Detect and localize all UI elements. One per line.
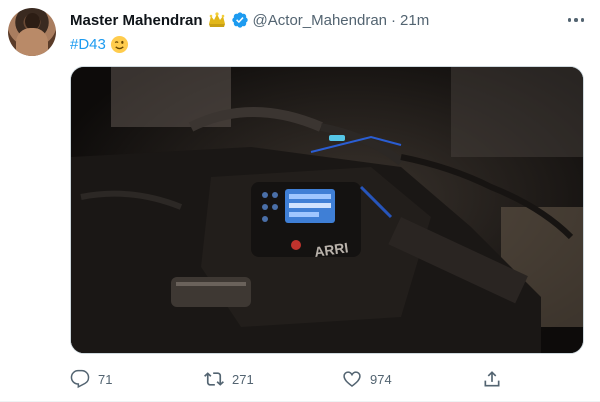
wink-emoji-icon: [110, 35, 128, 53]
retweet-action[interactable]: 271: [204, 364, 254, 394]
tweet-actions: 71 271 974: [62, 364, 582, 394]
tweet-text: #D43: [70, 33, 129, 55]
verified-badge-icon: [231, 12, 248, 28]
tweet-media-photo[interactable]: ARRI: [70, 66, 584, 354]
reply-action[interactable]: 71: [70, 364, 112, 394]
heart-icon: [343, 371, 361, 388]
tweet[interactable]: Master Mahendran @Actor_Mahendran · 21m …: [0, 0, 600, 402]
more-options-icon[interactable]: [566, 10, 586, 30]
like-action[interactable]: 974: [342, 364, 392, 394]
avatar[interactable]: [8, 8, 56, 56]
reply-icon: [70, 369, 90, 389]
camera-photo-image: ARRI: [71, 67, 583, 353]
retweet-count: 271: [232, 371, 254, 387]
timestamp[interactable]: 21m: [400, 12, 429, 29]
share-icon: [484, 371, 500, 387]
avatar-torso: [16, 28, 48, 56]
separator-dot: ·: [391, 11, 397, 29]
user-handle[interactable]: @Actor_Mahendran: [253, 12, 387, 29]
share-action[interactable]: [482, 364, 502, 394]
display-name[interactable]: Master Mahendran: [70, 12, 203, 29]
crown-badge-icon: [208, 12, 225, 27]
reply-count: 71: [98, 371, 113, 387]
retweet-icon: [204, 372, 224, 386]
like-count: 974: [370, 371, 392, 387]
tweet-header: Master Mahendran @Actor_Mahendran · 21m: [70, 8, 429, 32]
hashtag-link[interactable]: #D43: [70, 36, 106, 53]
